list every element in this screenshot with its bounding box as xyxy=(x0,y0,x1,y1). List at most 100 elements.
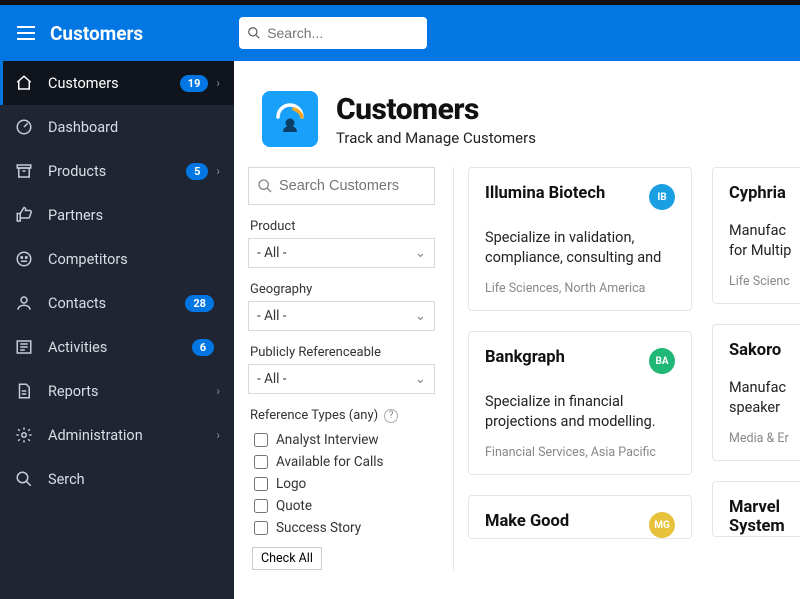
chevron-right-icon: › xyxy=(216,76,220,90)
customer-card-grid: Illumina Biotech IB Specialize in valida… xyxy=(468,167,800,570)
sidebar-item-competitors[interactable]: Competitors xyxy=(0,237,234,281)
thumbs-up-icon xyxy=(14,205,34,225)
customer-avatar: MG xyxy=(649,512,675,538)
customer-card-title: Sakoro xyxy=(729,341,781,360)
customer-card[interactable]: Cyphria Manufac for Multip Life Scienc xyxy=(712,167,800,304)
sidebar-item-dashboard[interactable]: Dashboard xyxy=(0,105,234,149)
customer-gauge-icon xyxy=(270,99,310,139)
customer-card-desc: Specialize in financial projections and … xyxy=(485,392,675,431)
filter-panel: Product - All - ⌄ Geography - All - ⌄ Pu… xyxy=(248,167,447,570)
customer-search-input[interactable] xyxy=(279,178,426,194)
customer-card-meta: Financial Services, Asia Pacific xyxy=(485,445,675,460)
sidebar-item-label: Products xyxy=(48,163,186,180)
filter-value: - All - xyxy=(257,245,287,261)
customer-card-title: Marvel System xyxy=(729,498,785,536)
customer-card-title: Illumina Biotech xyxy=(485,184,605,203)
customer-card[interactable]: Illumina Biotech IB Specialize in valida… xyxy=(468,167,692,311)
ref-option-label: Quote xyxy=(276,498,312,514)
gear-icon xyxy=(14,425,34,445)
ref-option-label: Analyst Interview xyxy=(276,432,379,448)
customer-card[interactable]: Make Good MG xyxy=(468,495,692,539)
sidebar-item-label: Partners xyxy=(48,207,220,224)
gauge-icon xyxy=(14,117,34,137)
customer-card[interactable]: Bankgraph BA Specialize in financial pro… xyxy=(468,331,692,475)
vertical-divider xyxy=(453,167,454,570)
help-icon[interactable]: ? xyxy=(384,409,398,423)
check-all-button[interactable]: Check All xyxy=(252,547,322,570)
customer-card-desc: Manufac for Multip xyxy=(729,221,800,260)
face-icon xyxy=(14,249,34,269)
top-header: Customers xyxy=(0,5,800,61)
archive-icon xyxy=(14,161,34,181)
news-icon xyxy=(14,337,34,357)
sidebar-item-label: Administration xyxy=(48,427,214,444)
ref-checkbox-row[interactable]: Success Story xyxy=(248,517,435,539)
page-icon xyxy=(262,91,318,147)
sidebar-badge: 6 xyxy=(192,339,214,356)
ref-checkbox[interactable] xyxy=(254,499,268,513)
sidebar-item-label: Dashboard xyxy=(48,119,220,136)
document-icon xyxy=(14,381,34,401)
ref-checkbox[interactable] xyxy=(254,477,268,491)
ref-checkbox-row[interactable]: Logo xyxy=(248,473,435,495)
sidebar-item-label: Customers xyxy=(48,75,180,92)
sidebar-item-products[interactable]: Products 5 › xyxy=(0,149,234,193)
sidebar-item-activities[interactable]: Activities 6 xyxy=(0,325,234,369)
customer-card[interactable]: Marvel System xyxy=(712,481,800,537)
filter-value: - All - xyxy=(257,308,287,324)
app-title: Customers xyxy=(50,22,143,45)
page-subtitle: Track and Manage Customers xyxy=(336,129,536,147)
filter-select-geography[interactable]: - All - ⌄ xyxy=(248,301,435,331)
ref-checkbox-row[interactable]: Quote xyxy=(248,495,435,517)
ref-checkbox[interactable] xyxy=(254,455,268,469)
customer-card-meta: Life Sciences, North America xyxy=(485,281,675,296)
customer-avatar: BA xyxy=(649,348,675,374)
customer-card[interactable]: Sakoro Manufac speaker Media & Er xyxy=(712,324,800,461)
sidebar-item-administration[interactable]: Administration › xyxy=(0,413,234,457)
page-header: Customers Track and Manage Customers xyxy=(234,61,800,167)
sidebar-item-customers[interactable]: Customers 19 › xyxy=(0,61,234,105)
sidebar-badge: 5 xyxy=(186,163,208,180)
customer-card-title: Cyphria xyxy=(729,184,786,203)
global-search-input[interactable] xyxy=(267,25,419,41)
sidebar-badge: 19 xyxy=(180,75,209,92)
global-search[interactable] xyxy=(239,17,427,49)
ref-option-label: Available for Calls xyxy=(276,454,384,470)
ref-checkbox-row[interactable]: Available for Calls xyxy=(248,451,435,473)
sidebar-item-label: Serch xyxy=(48,471,220,488)
main-content: Customers Track and Manage Customers Pro… xyxy=(234,61,800,599)
filter-label-publicly: Publicly Referenceable xyxy=(250,345,435,360)
customer-card-title: Bankgraph xyxy=(485,348,565,367)
sidebar-item-label: Activities xyxy=(48,339,192,356)
ref-checkbox[interactable] xyxy=(254,433,268,447)
search-icon xyxy=(247,26,261,40)
chevron-right-icon: › xyxy=(216,384,220,398)
sidebar-item-label: Contacts xyxy=(48,295,185,312)
sidebar: Customers 19 › Dashboard Products 5 › Pa… xyxy=(0,61,234,599)
filter-select-product[interactable]: - All - ⌄ xyxy=(248,238,435,268)
chevron-right-icon: › xyxy=(216,164,220,178)
sidebar-item-contacts[interactable]: Contacts 28 xyxy=(0,281,234,325)
ref-checkbox[interactable] xyxy=(254,521,268,535)
customer-card-desc: Specialize in validation, compliance, co… xyxy=(485,228,675,267)
filter-label-product: Product xyxy=(250,219,435,234)
sidebar-item-partners[interactable]: Partners xyxy=(0,193,234,237)
customer-avatar: IB xyxy=(649,184,675,210)
sidebar-item-reports[interactable]: Reports › xyxy=(0,369,234,413)
home-icon xyxy=(14,73,34,93)
filter-select-publicly[interactable]: - All - ⌄ xyxy=(248,364,435,394)
person-icon xyxy=(14,293,34,313)
chevron-down-icon: ⌄ xyxy=(415,245,426,261)
menu-toggle-button[interactable] xyxy=(12,19,40,47)
page-title: Customers xyxy=(336,92,536,127)
filter-label-reftypes: Reference Types (any) xyxy=(250,408,378,423)
chevron-down-icon: ⌄ xyxy=(415,308,426,324)
customer-card-meta: Media & Er xyxy=(729,431,800,446)
ref-checkbox-row[interactable]: Analyst Interview xyxy=(248,429,435,451)
hamburger-icon xyxy=(17,26,35,40)
chevron-right-icon: › xyxy=(216,428,220,442)
customer-search[interactable] xyxy=(248,167,435,205)
customer-card-meta: Life Scienc xyxy=(729,274,800,289)
sidebar-item-search[interactable]: Serch xyxy=(0,457,234,501)
ref-option-label: Logo xyxy=(276,476,306,492)
